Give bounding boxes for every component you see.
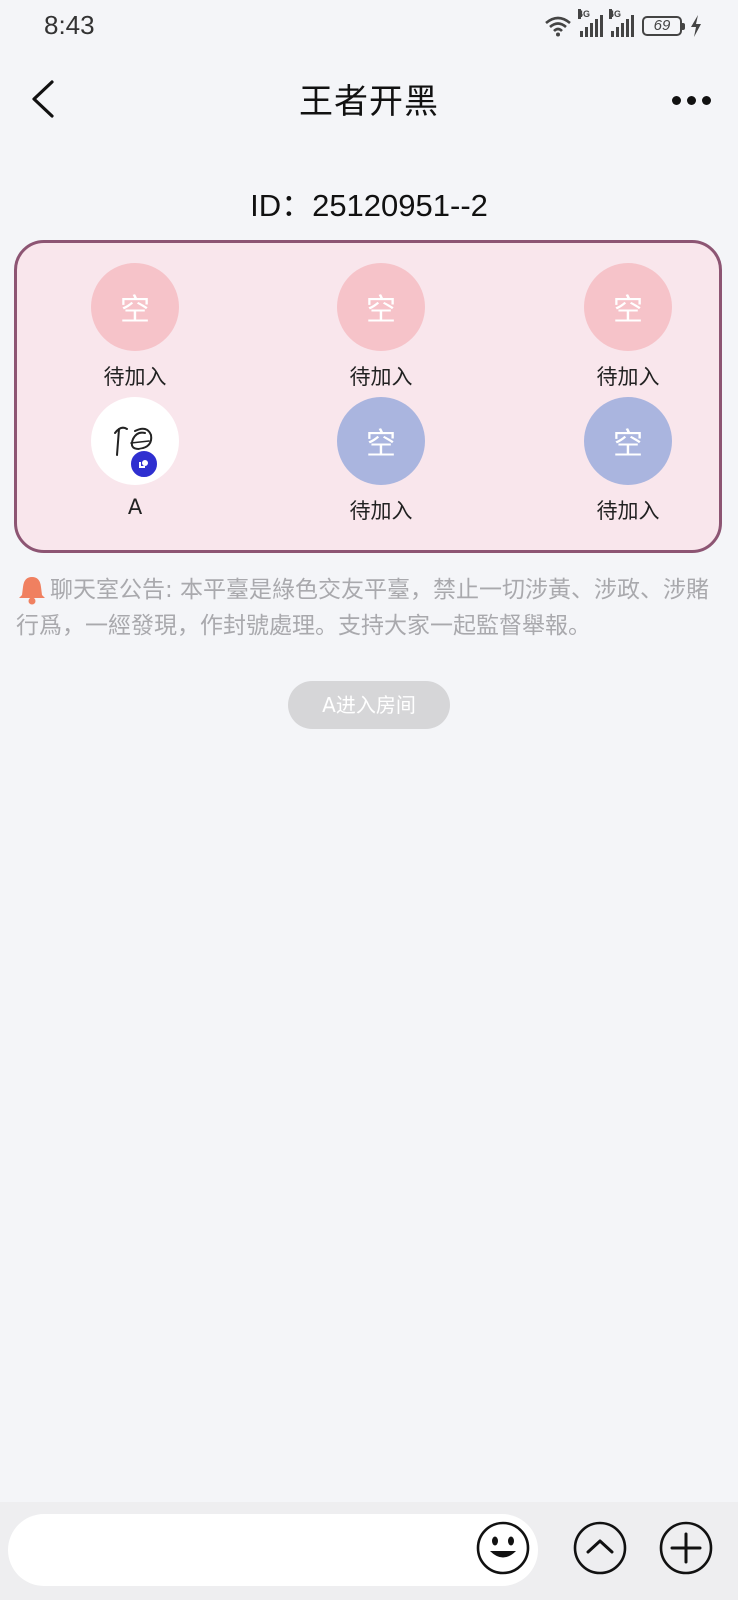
emoji-button[interactable] <box>475 1520 531 1576</box>
more-horizontal-icon <box>671 95 681 105</box>
add-button[interactable] <box>658 1520 714 1576</box>
seat-empty-circle: 空 <box>337 397 425 485</box>
wifi-icon <box>545 16 571 37</box>
seat-slot[interactable]: 空 待加入 <box>69 263 199 393</box>
app-header: 王者开黑 <box>0 60 738 140</box>
seat-slot[interactable]: 空 待加入 <box>315 263 445 393</box>
seat-label: 待加入 <box>596 499 660 523</box>
seat-label: 待加入 <box>103 365 167 389</box>
cell-signal-icon: 4G <box>609 9 634 37</box>
seat-label: 待加入 <box>349 365 413 389</box>
seat-slot[interactable]: 空 待加入 <box>562 263 692 393</box>
system-message-pill: A进入房间 <box>288 681 450 729</box>
seat-slot[interactable]: 空 待加入 <box>315 397 445 527</box>
seat-panel: 空 待加入 空 待加入 空 待加入 A 空 待加入 空 待加入 <box>14 240 722 553</box>
more-button[interactable] <box>666 82 716 118</box>
emoji-icon <box>476 1521 530 1575</box>
page-title: 王者开黑 <box>299 82 439 122</box>
microphone-icon <box>139 460 148 468</box>
seat-empty-circle: 空 <box>584 397 672 485</box>
seat-label: 待加入 <box>596 365 660 389</box>
status-icons: 4G 4G 69 <box>544 9 702 40</box>
chatroom-notice: 聊天室公告: 本平臺是綠色交友平臺，禁止一切涉黃、涉政、涉賭行爲，一經發現，作封… <box>16 577 710 639</box>
composer-bar <box>0 1502 738 1600</box>
status-bar: 8:43 4G 4G 69 <box>0 0 738 52</box>
seat-empty-circle: 空 <box>91 263 179 351</box>
room-id: ID：25120951--2 <box>250 188 488 223</box>
seat-slot-occupied[interactable]: A <box>69 397 199 527</box>
seat-slot[interactable]: 空 待加入 <box>562 397 692 527</box>
charging-icon <box>691 15 701 37</box>
mic-badge <box>129 449 159 479</box>
cell-signal-icon: 4G <box>578 9 603 37</box>
status-time: 8:43 <box>44 10 95 40</box>
seat-label: A <box>127 495 143 519</box>
chat-input[interactable] <box>8 1514 538 1586</box>
battery-icon: 69 <box>642 16 685 36</box>
seat-empty-circle: 空 <box>584 263 672 351</box>
chevron-up-circle-icon <box>573 1521 627 1575</box>
plus-circle-icon <box>659 1521 713 1575</box>
seat-empty-circle: 空 <box>337 263 425 351</box>
seat-label: 待加入 <box>349 499 413 523</box>
expand-button[interactable] <box>572 1520 628 1576</box>
